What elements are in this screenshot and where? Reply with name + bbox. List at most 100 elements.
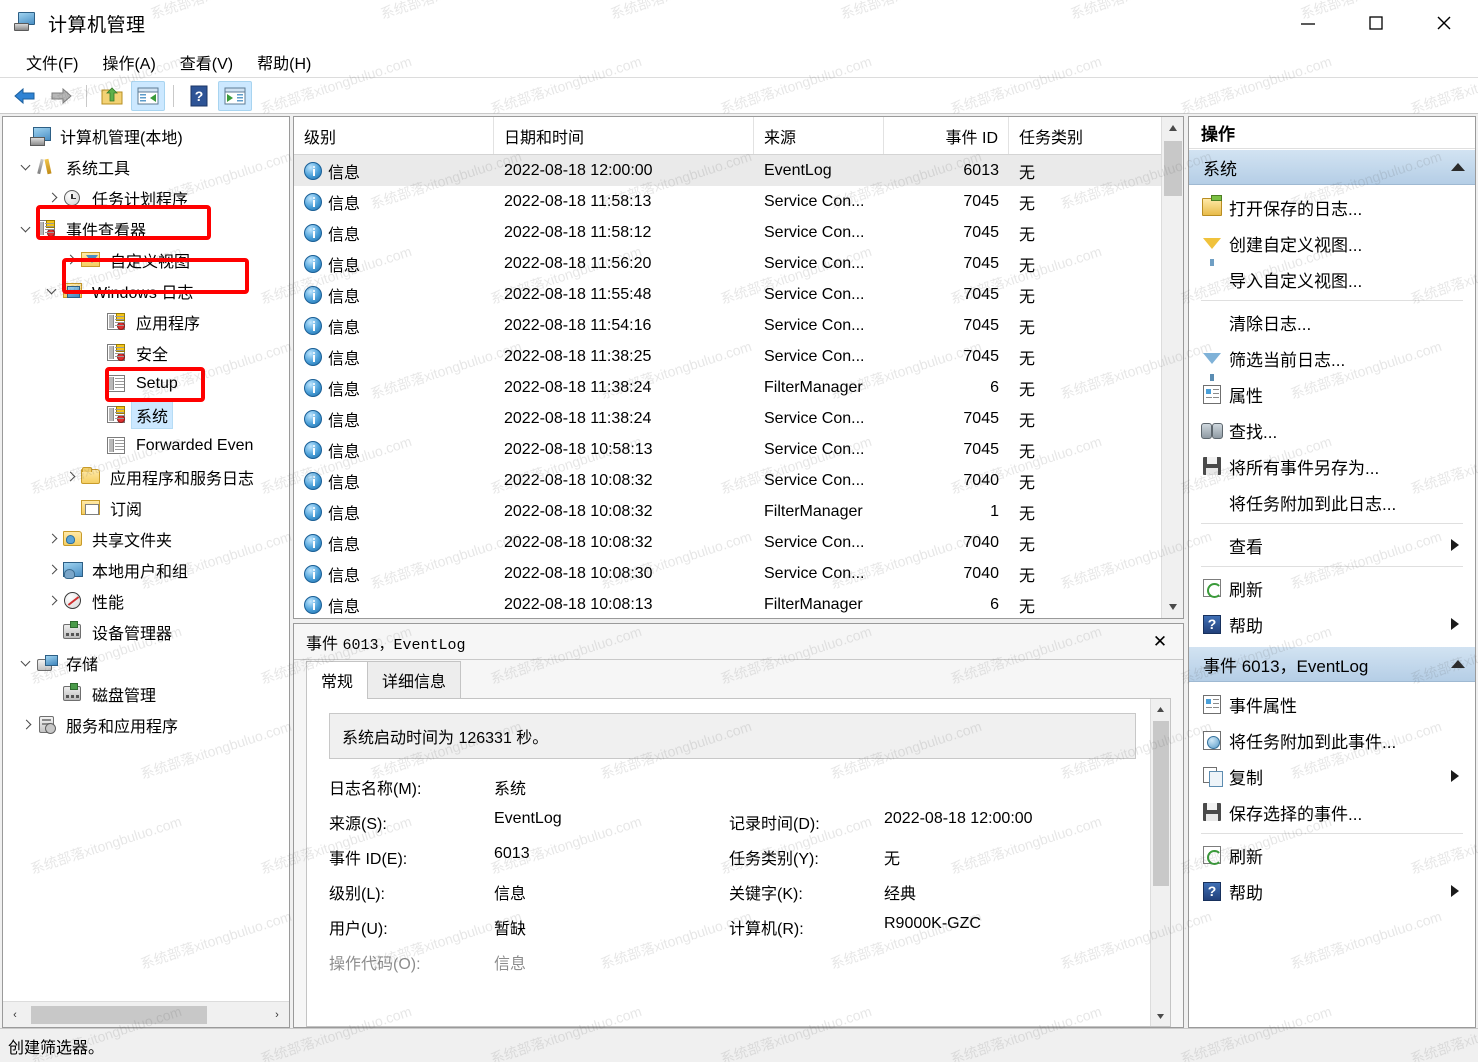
table-row[interactable]: 信息 2022-08-18 10:58:13 Service Con... 70… (294, 434, 1183, 465)
column-header-level[interactable]: 级别 (294, 117, 494, 154)
twisty-closed-icon[interactable] (17, 720, 35, 730)
action-save-all-events-as[interactable]: 将所有事件另存为... (1189, 448, 1475, 484)
menu-view[interactable]: 查看(V) (168, 47, 245, 77)
action-attach-task-to-log[interactable]: 将任务附加到此日志... (1189, 484, 1475, 520)
scroll-track[interactable] (1151, 719, 1171, 1006)
scroll-track[interactable] (27, 1005, 265, 1025)
column-header-event-id[interactable]: 事件 ID (884, 117, 1009, 154)
table-row[interactable]: 信息 2022-08-18 10:08:32 FilterManager 1 无 (294, 496, 1183, 527)
twisty-closed-icon[interactable] (43, 565, 61, 575)
table-row[interactable]: 信息 2022-08-18 11:38:24 Service Con... 70… (294, 403, 1183, 434)
scroll-thumb[interactable] (1163, 141, 1182, 196)
scroll-track[interactable] (1162, 139, 1184, 596)
action-save-selected-events[interactable]: 保存选择的事件... (1189, 794, 1475, 830)
action-refresh-event[interactable]: 刷新 (1189, 837, 1475, 873)
actions-group-header-system[interactable]: 系统 (1189, 149, 1475, 185)
twisty-closed-icon[interactable] (43, 596, 61, 606)
scroll-thumb[interactable] (1152, 721, 1169, 886)
action-create-custom-view[interactable]: 创建自定义视图... (1189, 225, 1475, 266)
tree-item-custom-views[interactable]: 自定义视图 (3, 244, 289, 275)
twisty-open-icon[interactable] (17, 658, 35, 668)
action-event-properties[interactable]: 事件属性 (1189, 686, 1475, 722)
tree-item-local-users-and-groups[interactable]: 本地用户和组 (3, 554, 289, 585)
tree-item-forwarded-events[interactable]: Forwarded Even (3, 430, 289, 461)
table-row[interactable]: 信息 2022-08-18 11:58:12 Service Con... 70… (294, 217, 1183, 248)
scroll-down-button[interactable] (1162, 596, 1184, 618)
table-row[interactable]: 信息 2022-08-18 11:56:20 Service Con... 70… (294, 248, 1183, 279)
menu-help[interactable]: 帮助(H) (245, 47, 323, 77)
action-clear-log[interactable]: 清除日志... (1189, 304, 1475, 340)
table-row[interactable]: 信息 2022-08-18 10:08:32 Service Con... 70… (294, 527, 1183, 558)
scroll-down-button[interactable] (1151, 1006, 1171, 1026)
tree-item-device-manager[interactable]: 设备管理器 (3, 616, 289, 647)
back-arrow-icon[interactable] (8, 81, 42, 111)
tree-item-computer-management[interactable]: 计算机管理(本地) (3, 120, 289, 151)
table-row[interactable]: 信息 2022-08-18 11:38:24 FilterManager 6 无 (294, 372, 1183, 403)
caret-up-icon[interactable] (1451, 660, 1465, 668)
table-row[interactable]: 信息 2022-08-18 10:08:13 FilterManager 6 无 (294, 589, 1183, 618)
tab-details[interactable]: 详细信息 (367, 661, 462, 699)
action-attach-task-to-event[interactable]: 将任务附加到此事件... (1189, 722, 1475, 758)
actions-group-header-event[interactable]: 事件 6013，EventLog (1189, 646, 1475, 682)
forward-arrow-icon[interactable] (44, 81, 78, 111)
twisty-open-icon[interactable] (17, 162, 35, 172)
action-copy[interactable]: 复制 (1189, 758, 1475, 794)
twisty-closed-icon[interactable] (43, 534, 61, 544)
tree-item-disk-management[interactable]: 磁盘管理 (3, 678, 289, 709)
action-properties[interactable]: 属性 (1189, 376, 1475, 412)
table-row[interactable]: 信息 2022-08-18 12:00:00 EventLog 6013 无 (294, 155, 1183, 186)
help-icon[interactable]: ? (182, 81, 216, 111)
action-help[interactable]: 帮助 (1189, 606, 1475, 642)
tree-item-application-log[interactable]: 应用程序 (3, 306, 289, 337)
tree-item-storage[interactable]: 存储 (3, 647, 289, 678)
action-refresh[interactable]: 刷新 (1189, 570, 1475, 606)
maximize-button[interactable] (1342, 0, 1410, 46)
action-filter-current-log[interactable]: 筛选当前日志... (1189, 340, 1475, 381)
show-hide-console-tree-icon[interactable] (131, 80, 165, 111)
tab-general[interactable]: 常规 (306, 661, 369, 699)
tree-item-event-viewer[interactable]: 事件查看器 (3, 213, 289, 244)
tree-item-shared-folders[interactable]: 共享文件夹 (3, 523, 289, 554)
tree-item-setup-log[interactable]: Setup (3, 368, 289, 399)
menu-action[interactable]: 操作(A) (90, 47, 167, 77)
tree-item-performance[interactable]: 性能 (3, 585, 289, 616)
tree-item-task-scheduler[interactable]: 任务计划程序 (3, 182, 289, 213)
scroll-up-button[interactable] (1151, 699, 1171, 719)
tree-item-services-and-applications[interactable]: 服务和应用程序 (3, 709, 289, 740)
twisty-closed-icon[interactable] (61, 255, 79, 265)
scroll-thumb[interactable] (31, 1005, 208, 1024)
table-row[interactable]: 信息 2022-08-18 11:55:48 Service Con... 70… (294, 279, 1183, 310)
twisty-open-icon[interactable] (43, 286, 61, 296)
column-header-source[interactable]: 来源 (754, 117, 884, 154)
up-folder-icon[interactable] (95, 81, 129, 111)
tree-item-subscriptions[interactable]: 订阅 (3, 492, 289, 523)
action-help-event[interactable]: 帮助 (1189, 873, 1475, 909)
action-open-saved-log[interactable]: 打开保存的日志... (1189, 189, 1475, 225)
tree-item-security-log[interactable]: 安全 (3, 337, 289, 368)
tree-item-applications-and-services-logs[interactable]: 应用程序和服务日志 (3, 461, 289, 492)
action-import-custom-view[interactable]: 导入自定义视图... (1189, 261, 1475, 297)
twisty-closed-icon[interactable] (43, 193, 61, 203)
table-row[interactable]: 信息 2022-08-18 11:54:16 Service Con... 70… (294, 310, 1183, 341)
menu-file[interactable]: 文件(F) (14, 47, 90, 77)
caret-up-icon[interactable] (1451, 163, 1465, 171)
table-row[interactable]: 信息 2022-08-18 10:08:32 Service Con... 70… (294, 465, 1183, 496)
close-button[interactable] (1410, 0, 1478, 46)
tree-horizontal-scrollbar[interactable]: ‹ › (3, 1001, 289, 1027)
scroll-up-button[interactable] (1162, 117, 1184, 139)
event-list-vertical-scrollbar[interactable] (1161, 117, 1183, 618)
column-header-task-category[interactable]: 任务类别 (1009, 117, 1161, 154)
table-row[interactable]: 信息 2022-08-18 10:08:30 Service Con... 70… (294, 558, 1183, 589)
close-icon[interactable]: ✕ (1147, 629, 1173, 655)
tree-item-system-tools[interactable]: 系统工具 (3, 151, 289, 182)
minimize-button[interactable] (1274, 0, 1342, 46)
column-header-datetime[interactable]: 日期和时间 (494, 117, 754, 154)
tree-item-windows-logs[interactable]: Windows 日志 (3, 275, 289, 306)
action-view[interactable]: 查看 (1189, 527, 1475, 563)
twisty-closed-icon[interactable] (61, 472, 79, 482)
tree-item-system-log[interactable]: 系统 (3, 399, 289, 430)
table-row[interactable]: 信息 2022-08-18 11:38:25 Service Con... 70… (294, 341, 1183, 372)
scroll-right-button[interactable]: › (265, 1003, 289, 1027)
scroll-left-button[interactable]: ‹ (3, 1003, 27, 1027)
twisty-open-icon[interactable] (17, 224, 35, 234)
